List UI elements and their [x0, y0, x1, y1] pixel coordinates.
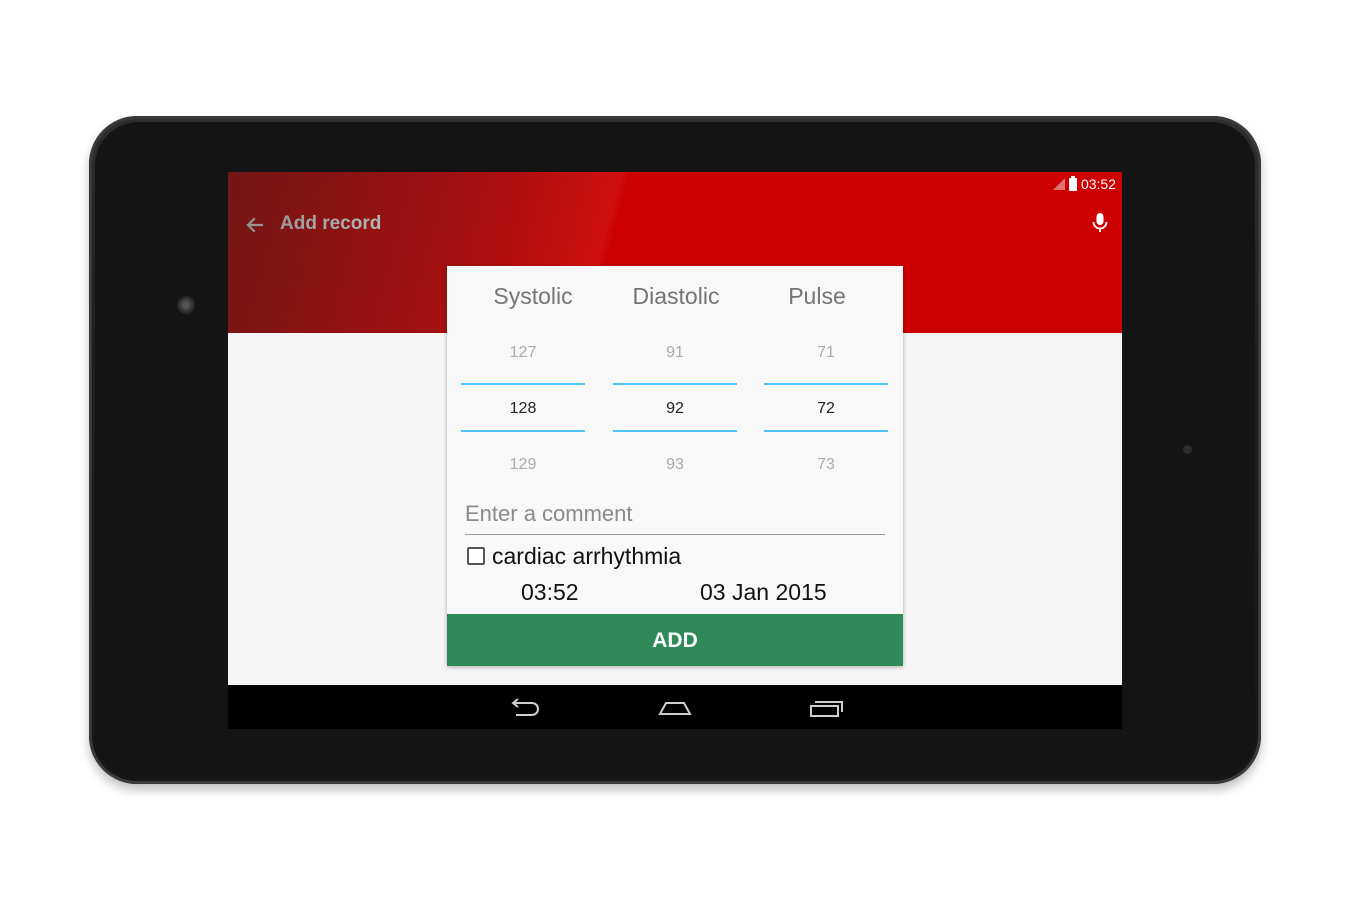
arrhythmia-checkbox-row[interactable]: cardiac arrhythmia [467, 541, 681, 571]
signal-icon [1052, 178, 1065, 190]
toolbar: Add record [228, 202, 1122, 246]
status-time: 03:52 [1080, 176, 1116, 192]
nav-recents-icon[interactable] [806, 695, 846, 721]
systolic-next-value[interactable]: 129 [461, 456, 585, 474]
comment-input[interactable] [465, 494, 885, 535]
arrhythmia-label: cardiac arrhythmia [492, 542, 682, 569]
pulse-next-value[interactable]: 73 [764, 456, 888, 474]
systolic-current-value[interactable]: 128 [461, 400, 585, 418]
nav-back-icon[interactable] [504, 695, 544, 721]
pulse-picker[interactable]: 71 72 73 [764, 326, 888, 486]
diastolic-next-value[interactable]: 93 [613, 456, 737, 474]
picker-divider [764, 430, 888, 432]
systolic-label: Systolic [493, 283, 573, 309]
diastolic-prev-value[interactable]: 91 [613, 344, 737, 362]
picker-divider [461, 383, 585, 385]
diastolic-current-value[interactable]: 92 [613, 400, 737, 418]
diastolic-picker[interactable]: 91 92 93 [613, 326, 737, 486]
diastolic-label: Diastolic [632, 283, 720, 309]
pulse-current-value[interactable]: 72 [764, 400, 888, 418]
page-title: Add record [280, 213, 382, 234]
pulse-label: Pulse [788, 283, 846, 309]
systolic-picker[interactable]: 127 128 129 [461, 326, 585, 486]
systolic-prev-value[interactable]: 127 [461, 344, 585, 362]
front-camera [177, 296, 195, 314]
picker-divider [461, 430, 585, 432]
pulse-prev-value[interactable]: 71 [764, 344, 888, 362]
date-selector[interactable]: 03 Jan 2015 [700, 579, 827, 606]
status-bar: 03:52 [1052, 175, 1116, 193]
add-button[interactable]: ADD [447, 614, 903, 666]
microphone-icon[interactable] [1090, 211, 1110, 237]
navigation-bar [228, 685, 1122, 729]
picker-divider [613, 383, 737, 385]
record-form-card: Systolic Diastolic Pulse 127 128 129 91 … [447, 266, 903, 666]
picker-divider [764, 383, 888, 385]
light-sensor [1183, 445, 1192, 454]
battery-icon [1068, 175, 1077, 191]
screen: 03:52 Add record Systolic Diastolic Puls… [228, 172, 1122, 729]
arrhythmia-checkbox[interactable] [467, 547, 485, 565]
arrow-left-icon[interactable] [242, 212, 268, 238]
time-selector[interactable]: 03:52 [521, 579, 579, 606]
picker-divider [613, 430, 737, 432]
nav-home-icon[interactable] [655, 695, 695, 721]
